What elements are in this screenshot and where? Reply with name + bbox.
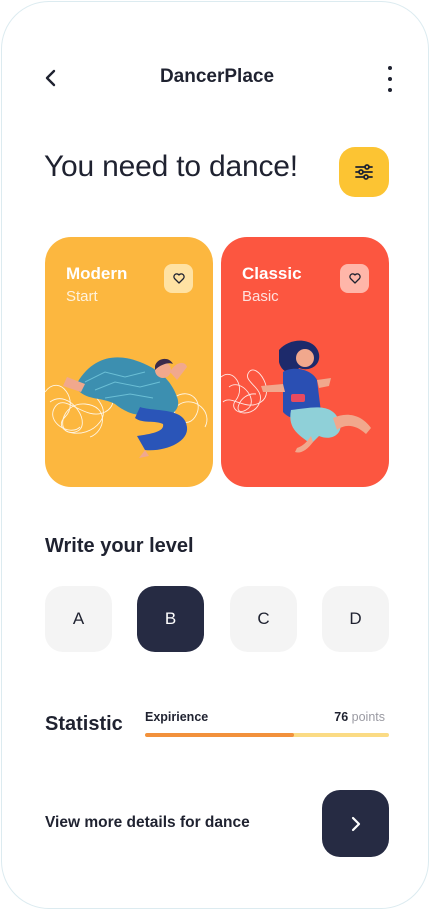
experience-progress-fill [145,733,294,737]
card-title: Modern [66,264,128,283]
top-bar: DancerPlace [2,54,430,102]
page-headline: You need to dance! [44,150,298,183]
filter-button[interactable] [339,147,389,197]
level-option-d[interactable]: D [322,586,389,652]
dance-card-modern[interactable]: Modern Start [45,237,213,487]
card-subtitle: Start [66,288,98,305]
statistic-title: Statistic [45,713,123,735]
experience-progress-bar [145,733,389,737]
level-option-b[interactable]: B [137,586,204,652]
heart-icon [348,273,361,284]
sliders-icon [355,164,373,180]
more-menu-button[interactable] [382,66,398,92]
view-details-text: View more details for dance [45,814,250,831]
dance-card-classic[interactable]: Classic Basic [221,237,389,487]
favorite-button[interactable] [340,264,369,293]
view-details-button[interactable] [322,790,389,857]
card-subtitle: Basic [242,288,279,305]
phone-frame: DancerPlace You need to dance! Modern St… [1,1,429,909]
level-section-title: Write your level [45,535,194,557]
points-readout: 76 points [334,710,385,724]
favorite-button[interactable] [164,264,193,293]
card-title: Classic [242,264,302,283]
more-vertical-icon [388,66,392,70]
level-selector: A B C D [45,586,389,652]
heart-icon [172,273,185,284]
points-unit: points [351,710,385,724]
level-option-c[interactable]: C [230,586,297,652]
points-value: 76 [334,710,349,724]
modern-dancer-illustration [45,357,208,458]
classic-dancer-illustration [221,340,371,453]
level-option-a[interactable]: A [45,586,112,652]
app-title: DancerPlace [159,66,275,87]
chevron-right-icon [351,816,360,831]
experience-label: Expirience [145,710,209,724]
